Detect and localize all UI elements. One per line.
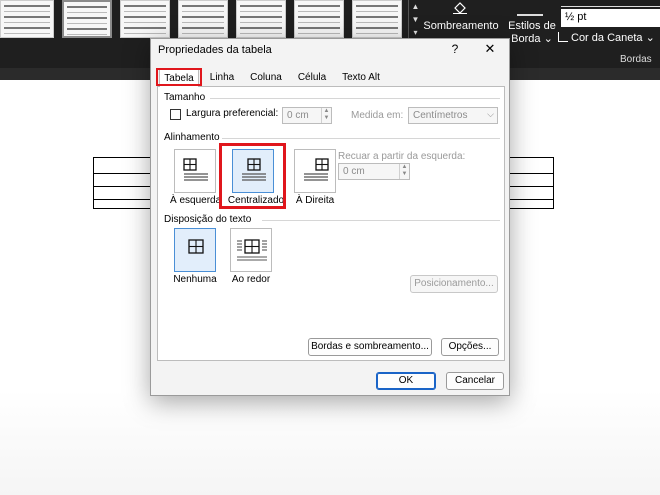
preferred-width-input[interactable]: 0 cm ▲ ▼ <box>282 107 332 124</box>
wrap-around-option[interactable] <box>230 228 272 272</box>
help-icon[interactable]: ? <box>447 41 463 57</box>
align-right-label: À Direita <box>295 195 335 206</box>
tab-column[interactable]: Coluna <box>245 69 287 87</box>
measure-in-label: Medida em: <box>351 110 404 121</box>
close-icon[interactable]: ✕ <box>481 41 499 57</box>
wrap-none-option[interactable] <box>174 228 216 272</box>
tab-alt-text[interactable]: Texto Alt <box>337 69 385 87</box>
paint-bucket-icon <box>453 2 467 14</box>
chevron-down-icon: ⌄ <box>645 32 655 44</box>
pen-icon <box>558 32 568 42</box>
dialog-tabs: Tabela Linha Coluna Célula Texto Alt <box>157 69 505 87</box>
table-style-thumb[interactable] <box>294 0 344 38</box>
indent-from-left-label: Recuar a partir da esquerda: <box>338 151 466 162</box>
table-style-thumb[interactable] <box>352 0 402 38</box>
dialog-title: Propriedades da tabela <box>158 44 272 56</box>
text-wrapping-section-label: Disposição do texto <box>164 214 252 225</box>
align-left-icon <box>183 158 208 181</box>
size-section-label: Tamanho <box>164 92 206 103</box>
tab-row[interactable]: Linha <box>205 69 239 87</box>
border-styles-icon <box>517 0 543 16</box>
alignment-section-label: Alinhamento <box>164 132 220 143</box>
table-style-thumb[interactable] <box>62 0 112 38</box>
align-center-icon <box>242 158 266 181</box>
table-style-thumb[interactable] <box>236 0 286 38</box>
align-right-option[interactable] <box>294 149 336 193</box>
spinner-arrows-icon[interactable]: ▲ ▼ <box>399 164 409 179</box>
spinner-arrows-icon[interactable]: ▲ ▼ <box>321 108 331 123</box>
preferred-width-label: Largura preferencial: <box>186 108 279 119</box>
wrap-none-icon <box>188 239 204 254</box>
shading-button[interactable]: Sombreamento <box>423 0 499 40</box>
preferred-width-checkbox[interactable] <box>170 109 181 120</box>
align-center-label: Centralizado <box>227 195 285 206</box>
pen-color-label: Cor da Caneta <box>571 32 643 44</box>
positioning-button[interactable]: Posicionamento... <box>410 275 498 293</box>
chevron-down-icon: ⌵ <box>487 109 494 119</box>
tab-cell[interactable]: Célula <box>293 69 331 87</box>
gallery-scrollbar[interactable]: ▲ ▼ ▾ <box>408 0 422 40</box>
pen-color-button[interactable]: Cor da Caneta ⌄ <box>556 30 660 46</box>
align-right-icon <box>304 158 329 181</box>
align-left-option[interactable] <box>174 149 216 193</box>
table-properties-dialog: Propriedades da tabela ? ✕ Tabela Linha … <box>150 38 510 396</box>
border-styles-button[interactable]: Estilos de Borda ⌄ <box>507 0 556 56</box>
chevron-down-icon: ⌄ <box>543 33 553 45</box>
table-tab-panel: Tamanho Largura preferencial: 0 cm ▲ ▼ Me… <box>157 87 505 361</box>
align-left-label: À esquerda <box>170 195 222 206</box>
table-style-thumb[interactable] <box>120 0 170 38</box>
shading-label: Sombreamento <box>423 20 499 32</box>
wrap-none-label: Nenhuma <box>173 274 217 285</box>
document-table[interactable] <box>505 157 554 209</box>
pen-weight-select[interactable]: ½ pt <box>561 9 660 27</box>
table-style-thumb[interactable] <box>0 0 54 38</box>
table-style-thumb[interactable] <box>178 0 228 38</box>
wrap-around-label: Ao redor <box>231 274 271 285</box>
ok-button[interactable]: OK <box>376 372 436 390</box>
indent-from-left-input[interactable]: 0 cm ▲ ▼ <box>338 163 410 180</box>
wrap-around-icon <box>237 239 267 261</box>
tab-table[interactable]: Tabela <box>159 69 199 87</box>
scroll-up-icon[interactable]: ▲ <box>409 0 422 13</box>
borders-and-shading-button[interactable]: Bordas e sombreamento... <box>308 338 432 356</box>
line-style-select[interactable] <box>561 0 660 7</box>
ribbon-group-label: Bordas <box>620 54 652 65</box>
measure-in-select[interactable]: Centímetros ⌵ <box>408 107 498 124</box>
align-center-option[interactable] <box>232 149 274 193</box>
document-table[interactable] <box>93 157 153 209</box>
scroll-down-icon[interactable]: ▼ <box>409 13 422 26</box>
options-button[interactable]: Opções... <box>441 338 499 356</box>
cancel-button[interactable]: Cancelar <box>446 372 504 390</box>
